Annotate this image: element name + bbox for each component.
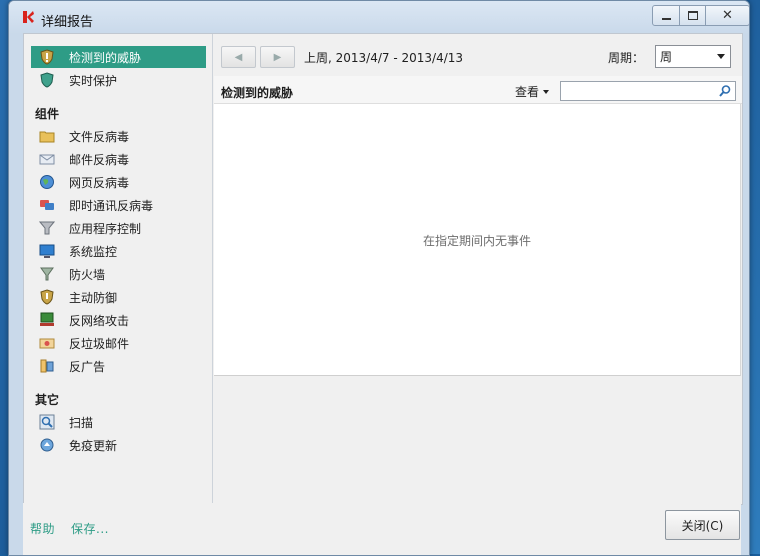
- dropdown-arrow-icon: [543, 89, 550, 94]
- network-attack-icon: [40, 312, 54, 326]
- window-title: 详细报告: [41, 15, 94, 30]
- title-bar[interactable]: 详细报告 ✕: [9, 1, 749, 34]
- defense-shield-icon: [40, 289, 54, 305]
- next-period-button[interactable]: ▶: [260, 46, 295, 68]
- threat-shield-icon: [40, 49, 54, 65]
- empty-message: 在指定期间内无事件: [422, 234, 531, 248]
- spam-icon: [39, 338, 55, 349]
- sidebar-item-label: 网页反病毒: [69, 175, 130, 190]
- arrow-right-icon: ▶: [273, 51, 282, 63]
- search-icon[interactable]: [718, 84, 732, 98]
- view-label: 查看: [515, 85, 540, 99]
- events-list[interactable]: 在指定期间内无事件: [214, 104, 741, 376]
- sidebar-item-anti-banner[interactable]: 反广告: [31, 355, 206, 377]
- sidebar-item-label: 扫描: [69, 415, 94, 430]
- sidebar-item-detected-threats[interactable]: 检测到的威胁: [31, 46, 206, 68]
- search-input[interactable]: [563, 83, 717, 101]
- period-label: 周期：: [608, 51, 645, 65]
- sidebar-item-label: 系统监控: [69, 244, 118, 259]
- window-controls: ✕: [652, 5, 749, 26]
- sidebar-item-label: 反垃圾邮件: [69, 336, 130, 351]
- funnel-icon: [39, 221, 55, 235]
- client-area: 检测到的威胁 实时保护 组件 文件反病毒 邮件反病毒 网页反病毒 即时通讯反病毒…: [23, 33, 743, 505]
- firewall-icon: [40, 267, 54, 281]
- sidebar-item-mail-antivirus[interactable]: 邮件反病毒: [31, 148, 206, 170]
- sidebar-item-label: 文件反病毒: [69, 129, 130, 144]
- report-window: 详细报告 ✕ 检测到的威胁 实时保护 组件 文件反病毒 邮件反病毒 网页反病毒 …: [8, 0, 750, 556]
- sidebar-item-label: 防火墙: [69, 267, 106, 282]
- sidebar-item-label: 免疫更新: [69, 438, 118, 453]
- sidebar-item-web-antivirus[interactable]: 网页反病毒: [31, 171, 206, 193]
- mail-icon: [39, 154, 55, 165]
- sidebar-item-firewall[interactable]: 防火墙: [31, 263, 206, 285]
- sidebar-item-proactive-defense[interactable]: 主动防御: [31, 286, 206, 308]
- arrow-left-icon: ◀: [234, 51, 243, 63]
- sidebar-item-network-attack-blocker[interactable]: 反网络攻击: [31, 309, 206, 331]
- sidebar-item-label: 反广告: [69, 359, 106, 374]
- close-icon: ✕: [722, 8, 733, 23]
- ad-icon: [40, 359, 54, 373]
- sidebar: 检测到的威胁 实时保护 组件 文件反病毒 邮件反病毒 网页反病毒 即时通讯反病毒…: [24, 34, 213, 504]
- maximize-button[interactable]: [680, 5, 706, 26]
- save-link[interactable]: 保存...: [71, 520, 109, 537]
- previous-period-button[interactable]: ◀: [221, 46, 256, 68]
- main-panel: ◀ ▶ 上周, 2013/4/7 - 2013/4/13 周期： 周 检测到的威…: [214, 34, 742, 504]
- protection-shield-icon: [40, 72, 54, 88]
- section-title: 检测到的威胁: [221, 86, 294, 100]
- period-select-value: 周: [660, 50, 673, 64]
- search-box: [560, 81, 736, 101]
- scan-icon: [39, 414, 55, 430]
- other-header: 其它: [35, 393, 60, 407]
- view-menu-button[interactable]: 查看: [515, 83, 550, 100]
- sidebar-item-application-control[interactable]: 应用程序控制: [31, 217, 206, 239]
- details-pane: [214, 376, 741, 504]
- sidebar-item-update[interactable]: 免疫更新: [31, 434, 206, 456]
- section-header: 检测到的威胁 查看: [214, 76, 742, 104]
- im-icon: [40, 200, 54, 210]
- sidebar-item-im-antivirus[interactable]: 即时通讯反病毒: [31, 194, 206, 216]
- sidebar-item-label: 应用程序控制: [69, 221, 142, 236]
- sidebar-item-file-antivirus[interactable]: 文件反病毒: [31, 125, 206, 147]
- minimize-button[interactable]: [652, 5, 680, 26]
- folder-icon: [39, 131, 55, 143]
- update-icon: [40, 438, 54, 452]
- kaspersky-logo-icon: [23, 11, 34, 23]
- sidebar-item-label: 反网络攻击: [69, 313, 130, 328]
- globe-icon: [40, 175, 54, 189]
- monitor-icon: [39, 244, 55, 258]
- close-window-button[interactable]: ✕: [706, 5, 749, 26]
- maximize-icon: [687, 11, 698, 20]
- close-button[interactable]: 关闭(C): [665, 510, 740, 540]
- footer: 帮助 保存... 关闭(C): [23, 503, 741, 555]
- minimize-icon: [661, 18, 671, 20]
- sidebar-item-anti-spam[interactable]: 反垃圾邮件: [31, 332, 206, 354]
- sidebar-item-label: 实时保护: [69, 73, 118, 88]
- help-link[interactable]: 帮助: [30, 520, 55, 537]
- sidebar-item-label: 即时通讯反病毒: [69, 198, 154, 213]
- sidebar-item-system-watcher[interactable]: 系统监控: [31, 240, 206, 262]
- period-range: 上周, 2013/4/7 - 2013/4/13: [304, 51, 464, 65]
- sidebar-item-realtime-protection[interactable]: 实时保护: [31, 69, 206, 91]
- components-header: 组件: [35, 107, 60, 121]
- sidebar-item-scan[interactable]: 扫描: [31, 411, 206, 433]
- period-select[interactable]: 周: [655, 45, 731, 68]
- sidebar-item-label: 主动防御: [69, 290, 118, 305]
- sidebar-item-label: 检测到的威胁: [69, 50, 142, 65]
- sidebar-item-label: 邮件反病毒: [69, 152, 130, 167]
- chevron-down-icon: [717, 54, 725, 59]
